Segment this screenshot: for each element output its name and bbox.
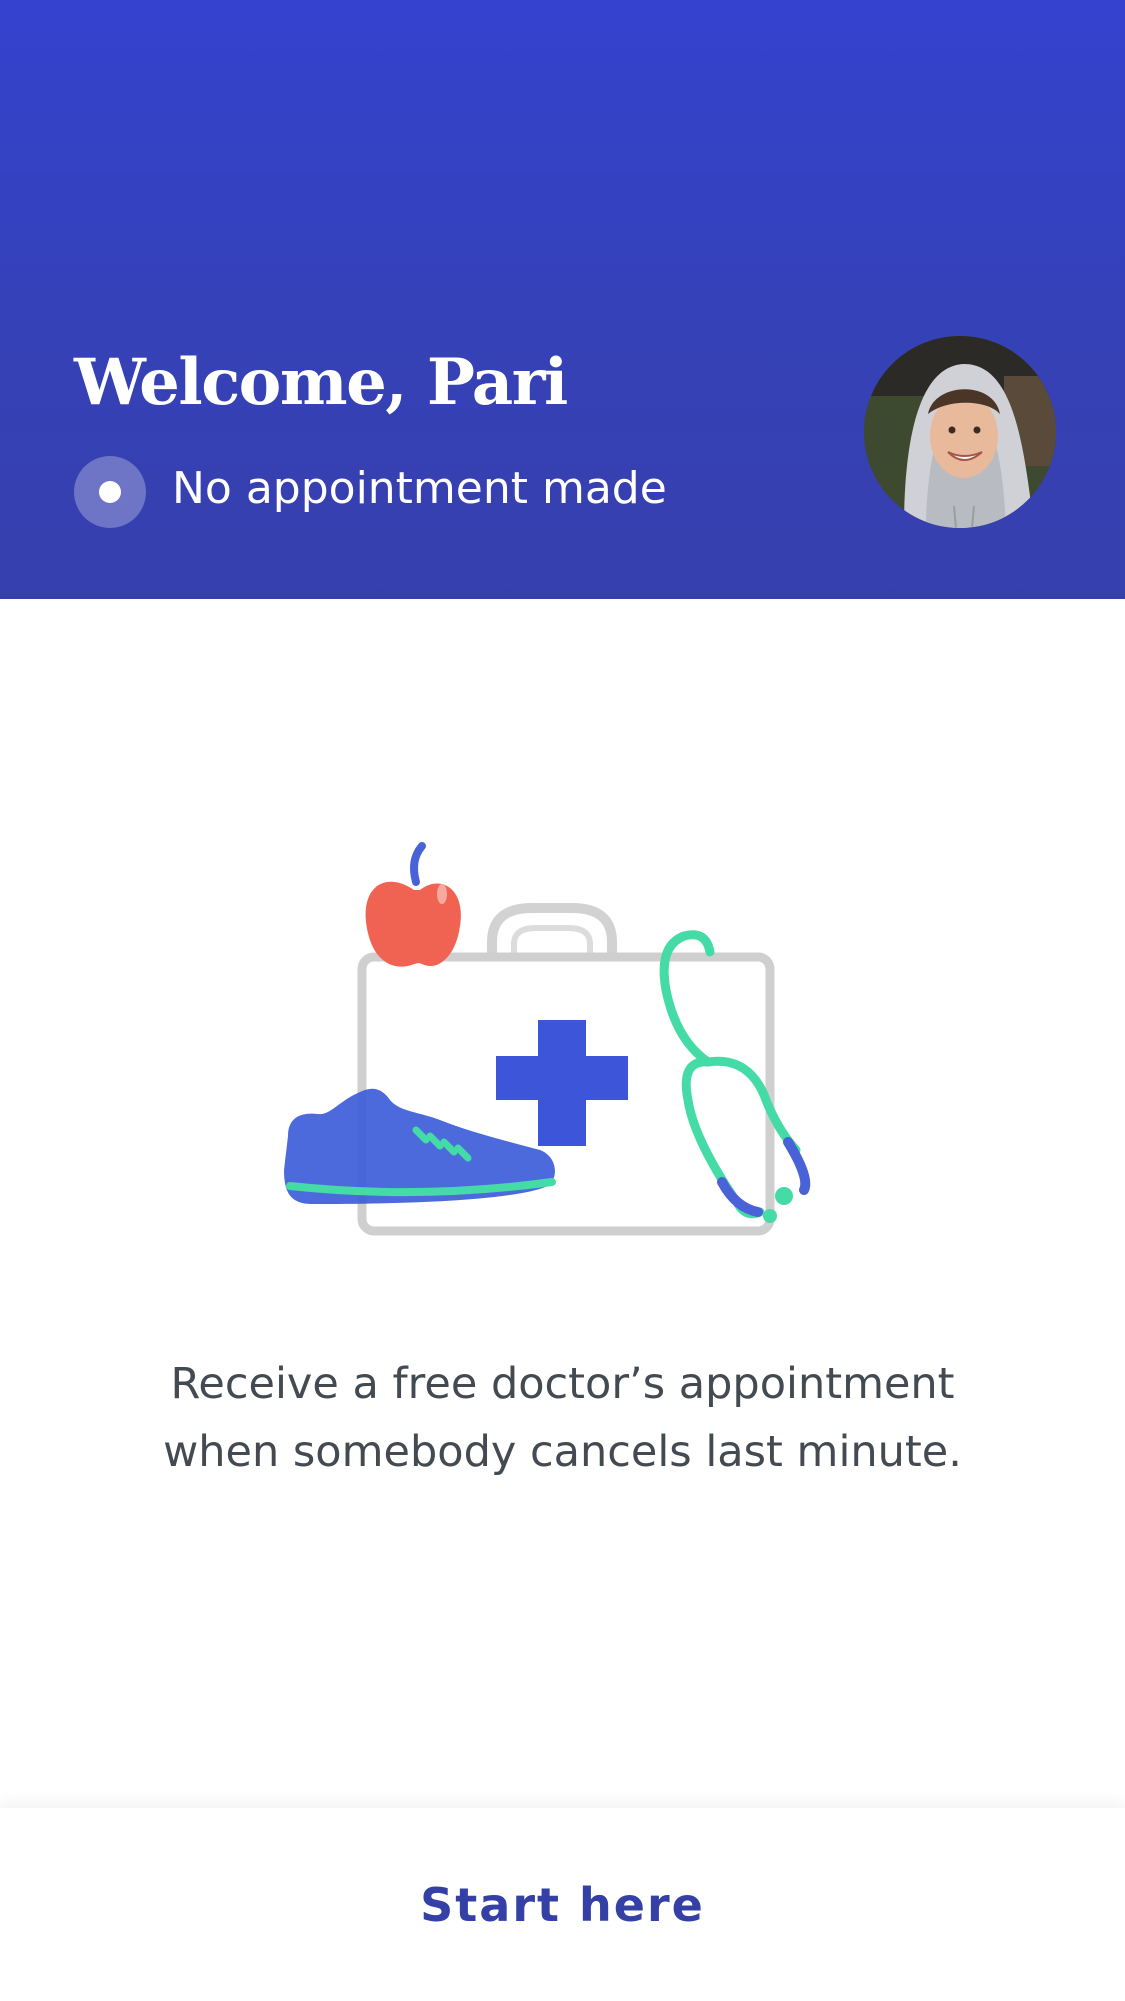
bottom-action-bar: Start here	[0, 1808, 1125, 2001]
status-indicator-icon	[74, 456, 146, 528]
info-message: Receive a free doctor’s appointment when…	[60, 1350, 1065, 1486]
apple-icon	[365, 842, 461, 967]
stethoscope-icon	[659, 930, 811, 1223]
sneaker-icon	[284, 1088, 556, 1204]
header-banner: Welcome, Pari No appointment made	[0, 0, 1125, 599]
avatar-image	[864, 336, 1056, 528]
welcome-title: Welcome, Pari	[74, 345, 568, 420]
appointment-status: No appointment made	[172, 463, 667, 514]
message-line-2: when somebody cancels last minute.	[163, 1427, 962, 1477]
start-here-button[interactable]: Start here	[0, 1808, 1125, 2001]
message-line-1: Receive a free doctor’s appointment	[170, 1359, 955, 1409]
medical-illustration	[270, 830, 850, 1270]
profile-avatar[interactable]	[864, 336, 1056, 528]
